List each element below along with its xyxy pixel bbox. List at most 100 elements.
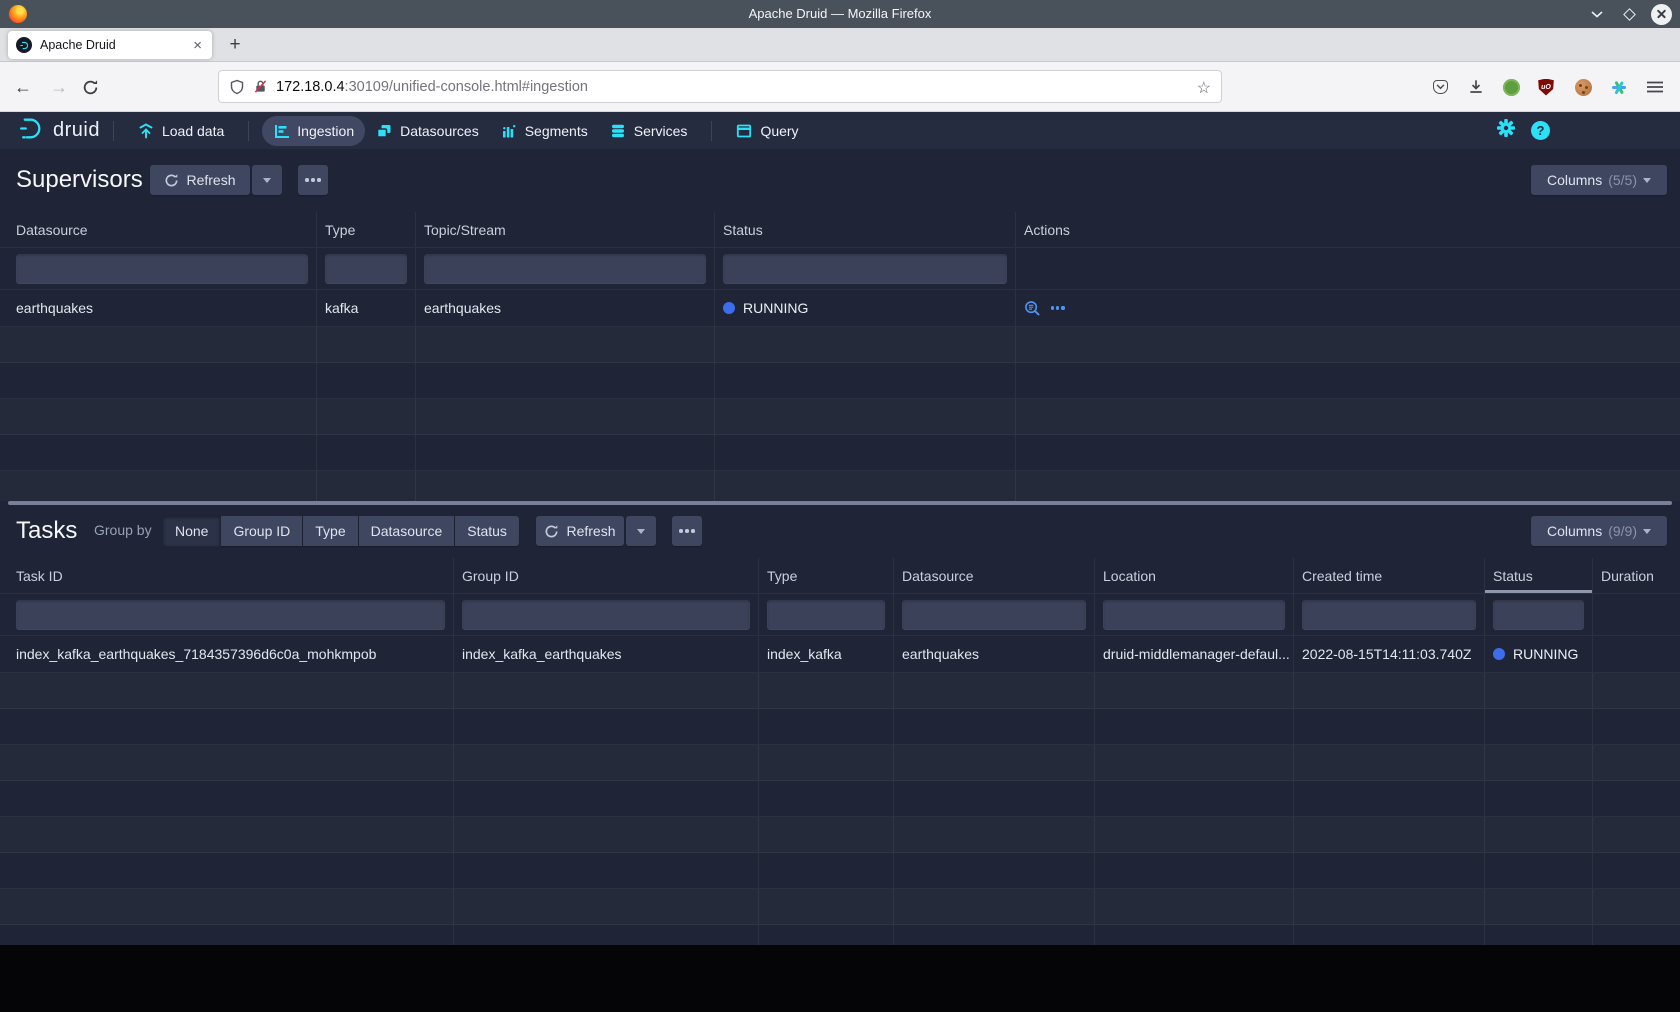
datasource-filter-input[interactable] (902, 600, 1086, 630)
created-time-filter-input[interactable] (1302, 600, 1476, 630)
task-status-cell: RUNNING (1484, 636, 1592, 672)
group-by-datasource-button[interactable]: Datasource (359, 516, 455, 546)
column-header-label: Status (1493, 568, 1533, 584)
column-header-group-id[interactable]: Group ID (453, 558, 758, 593)
pocket-icon[interactable] (1430, 77, 1450, 97)
download-icon[interactable] (1466, 77, 1486, 97)
druid-brand[interactable]: druid (18, 115, 100, 147)
window-close-button[interactable] (1651, 4, 1672, 25)
column-header-task-id[interactable]: Task ID (0, 558, 453, 593)
nav-segments[interactable]: Segments (490, 116, 599, 146)
row-actions-icon[interactable] (1051, 306, 1065, 309)
pane-resize-handle[interactable] (8, 501, 1672, 505)
group-by-none-button[interactable]: None (163, 516, 220, 546)
nav-load-data[interactable]: Load data (127, 116, 235, 146)
column-header-status-sorted[interactable]: Status (1484, 558, 1592, 593)
column-header-type[interactable]: Type (316, 212, 415, 247)
window-maximize-icon[interactable] (1619, 4, 1639, 24)
back-button[interactable]: ← (10, 74, 36, 100)
type-filter-input[interactable] (325, 254, 407, 284)
window-minimize-icon[interactable] (1587, 4, 1607, 24)
supervisors-refresh-button[interactable]: Refresh (150, 165, 250, 195)
tab-title: Apache Druid (40, 38, 191, 52)
status-dot (723, 302, 735, 314)
column-header-label: Group ID (462, 568, 519, 584)
empty-cell (1592, 889, 1680, 924)
caret-down-icon (1643, 178, 1651, 183)
tasks-refresh-caret-button[interactable] (626, 516, 656, 546)
empty-cell (758, 889, 893, 924)
column-header-label: Type (767, 568, 797, 584)
insecure-lock-icon[interactable] (253, 79, 268, 94)
load-data-icon (138, 123, 154, 139)
supervisor-actions-cell (1015, 290, 1680, 326)
menu-icon[interactable] (1645, 77, 1665, 97)
new-tab-button[interactable]: + (222, 32, 248, 58)
help-icon[interactable]: ? (1531, 121, 1550, 140)
bookmark-star-icon[interactable]: ☆ (1197, 78, 1211, 98)
supervisors-columns-button[interactable]: Columns (5/5) (1531, 165, 1667, 195)
reload-button[interactable] (82, 79, 99, 96)
location-filter-input[interactable] (1103, 600, 1285, 630)
empty-cell (316, 363, 415, 398)
status-filter-input[interactable] (723, 254, 1007, 284)
empty-cell (1293, 889, 1484, 924)
empty-cell (714, 471, 1015, 501)
nav-datasources[interactable]: Datasources (365, 116, 490, 146)
cookie-extension-icon[interactable] (1573, 77, 1593, 97)
group-by-group-id-button[interactable]: Group ID (221, 516, 302, 546)
group-id-filter-input[interactable] (462, 600, 750, 630)
nav-ingestion[interactable]: Ingestion (262, 116, 365, 146)
column-header-label: Status (723, 222, 763, 238)
status-label: RUNNING (743, 300, 808, 316)
supervisors-more-button[interactable] (298, 165, 328, 195)
datasource-filter-input[interactable] (16, 254, 308, 284)
supervisors-refresh-caret-button[interactable] (252, 165, 282, 195)
window-titlebar: Apache Druid — Mozilla Firefox (0, 0, 1680, 28)
type-filter-input[interactable] (767, 600, 885, 630)
column-header-datasource[interactable]: Datasource (893, 558, 1094, 593)
empty-cell (316, 399, 415, 434)
nav-query[interactable]: Query (725, 116, 809, 146)
column-header-created-time[interactable]: Created time (1293, 558, 1484, 593)
status-filter-input[interactable] (1493, 600, 1584, 630)
task-created-time-cell: 2022-08-15T14:11:03.740Z (1293, 636, 1484, 672)
forward-button[interactable]: → (46, 74, 72, 100)
tasks-refresh-button[interactable]: Refresh (536, 516, 624, 546)
empty-cell (758, 745, 893, 780)
nav-services[interactable]: Services (599, 116, 699, 146)
supervisor-row[interactable]: earthquakes kafka earthquakes RUNNING (0, 290, 1680, 327)
url-bar[interactable]: 172.18.0.4:30109/unified-console.html#in… (218, 70, 1222, 103)
empty-cell (1015, 435, 1680, 470)
empty-cell (1293, 745, 1484, 780)
group-by-type-button[interactable]: Type (303, 516, 357, 546)
tasks-more-button[interactable] (672, 516, 702, 546)
gear-icon[interactable] (1496, 118, 1516, 143)
column-header-actions[interactable]: Actions (1015, 212, 1680, 247)
task-id-filter-input[interactable] (16, 600, 445, 630)
column-header-label: Created time (1302, 568, 1382, 584)
tasks-columns-button[interactable]: Columns (9/9) (1531, 516, 1667, 546)
column-header-duration[interactable]: Duration (1592, 558, 1680, 593)
navbar-divider (248, 121, 249, 141)
topic-stream-filter-input[interactable] (424, 254, 706, 284)
group-by-status-button[interactable]: Status (455, 516, 519, 546)
ublock-origin-icon[interactable]: uO (1536, 77, 1556, 97)
tab-close-icon[interactable]: × (191, 38, 204, 53)
segments-icon (501, 123, 517, 139)
column-header-type[interactable]: Type (758, 558, 893, 593)
column-header-datasource[interactable]: Datasource (0, 212, 316, 247)
empty-cell (316, 435, 415, 470)
column-header-location[interactable]: Location (1094, 558, 1293, 593)
column-header-status[interactable]: Status (714, 212, 1015, 247)
empty-cell (0, 889, 453, 924)
asterisk-extension-icon[interactable] (1609, 77, 1629, 97)
column-header-topic-stream[interactable]: Topic/Stream (415, 212, 714, 247)
empty-cell (1592, 709, 1680, 744)
task-row[interactable]: index_kafka_earthquakes_7184357396d6c0a_… (0, 636, 1680, 673)
privacy-badger-icon[interactable] (1501, 77, 1521, 97)
browser-tab[interactable]: Apache Druid × (8, 31, 212, 59)
supervisors-title: Supervisors (16, 166, 143, 194)
inspect-icon[interactable] (1024, 300, 1041, 317)
shield-icon[interactable] (229, 79, 245, 95)
